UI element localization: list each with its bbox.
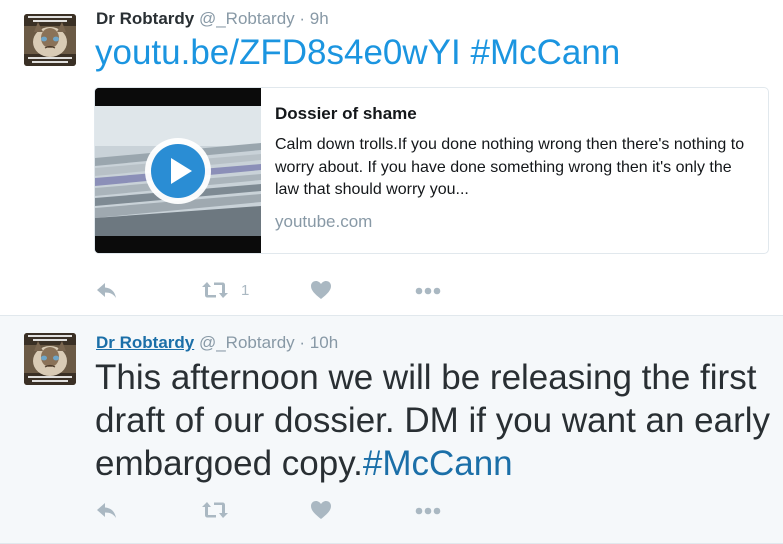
reply-button[interactable]: [95, 278, 119, 302]
retweet-button[interactable]: [201, 498, 229, 522]
tweet-text: This afternoon we will be releasing the …: [95, 356, 770, 485]
tweet-text-line: embargoed copy.#McCann: [95, 442, 770, 485]
reply-button[interactable]: [95, 498, 119, 522]
tweet-text-line: draft of our dossier. DM if you want an …: [95, 401, 771, 440]
card-title[interactable]: Dossier of shame: [275, 103, 755, 125]
more-button[interactable]: [415, 498, 441, 522]
like-button[interactable]: [310, 278, 332, 302]
tweet-link[interactable]: youtu.be/ZFD8s4e0wYI: [95, 33, 461, 72]
heart-icon: [311, 281, 331, 299]
video-thumbnail[interactable]: [95, 88, 261, 253]
hashtag-link[interactable]: #McCann: [470, 33, 620, 72]
tweet-text-line: This afternoon we will be releasing the …: [95, 358, 757, 397]
card-body: Dossier of shame Calm down trolls.If you…: [275, 103, 755, 233]
reply-icon: [97, 283, 116, 298]
retweet-count: 1: [241, 281, 250, 299]
link-card[interactable]: Dossier of shame Calm down trolls.If you…: [94, 87, 769, 254]
retweet-icon: [202, 282, 228, 298]
retweet-icon: [202, 502, 228, 518]
tweet-header: Dr Robtardy @_Robtardy · 9h: [96, 9, 329, 29]
tweet-header: Dr Robtardy @_Robtardy · 10h: [96, 333, 338, 353]
display-name[interactable]: Dr Robtardy: [96, 9, 194, 28]
card-domain: youtube.com: [275, 211, 373, 231]
more-dots-icon: [415, 287, 441, 295]
heart-icon: [311, 501, 331, 519]
card-description: Calm down trolls.If you done nothing wro…: [275, 136, 745, 198]
handle[interactable]: @_Robtardy: [199, 333, 295, 352]
user-avatar[interactable]: [24, 333, 76, 385]
reply-icon: [97, 503, 116, 518]
tweet-text: youtu.be/ZFD8s4e0wYI #McCann: [95, 31, 620, 74]
tweet[interactable]: Dr Robtardy @_Robtardy · 10h This aftern…: [0, 316, 783, 544]
timestamp[interactable]: · 9h: [295, 9, 328, 28]
grumpy-cat-avatar-image: [24, 333, 76, 385]
play-icon[interactable]: [142, 135, 214, 207]
more-dots-icon: [415, 507, 441, 515]
tweet[interactable]: Dr Robtardy @_Robtardy · 9h youtu.be/ZFD…: [0, 0, 783, 316]
display-name[interactable]: Dr Robtardy: [96, 333, 194, 352]
tweet-text-segment: embargoed copy.: [95, 444, 363, 483]
retweet-button[interactable]: 1: [201, 278, 249, 302]
like-button[interactable]: [310, 498, 332, 522]
handle[interactable]: @_Robtardy: [199, 9, 295, 28]
user-avatar[interactable]: [24, 14, 76, 66]
timestamp[interactable]: · 10h: [295, 333, 338, 352]
hashtag-link[interactable]: #McCann: [363, 444, 513, 483]
more-button[interactable]: [415, 278, 441, 302]
grumpy-cat-avatar-image: [24, 14, 76, 66]
